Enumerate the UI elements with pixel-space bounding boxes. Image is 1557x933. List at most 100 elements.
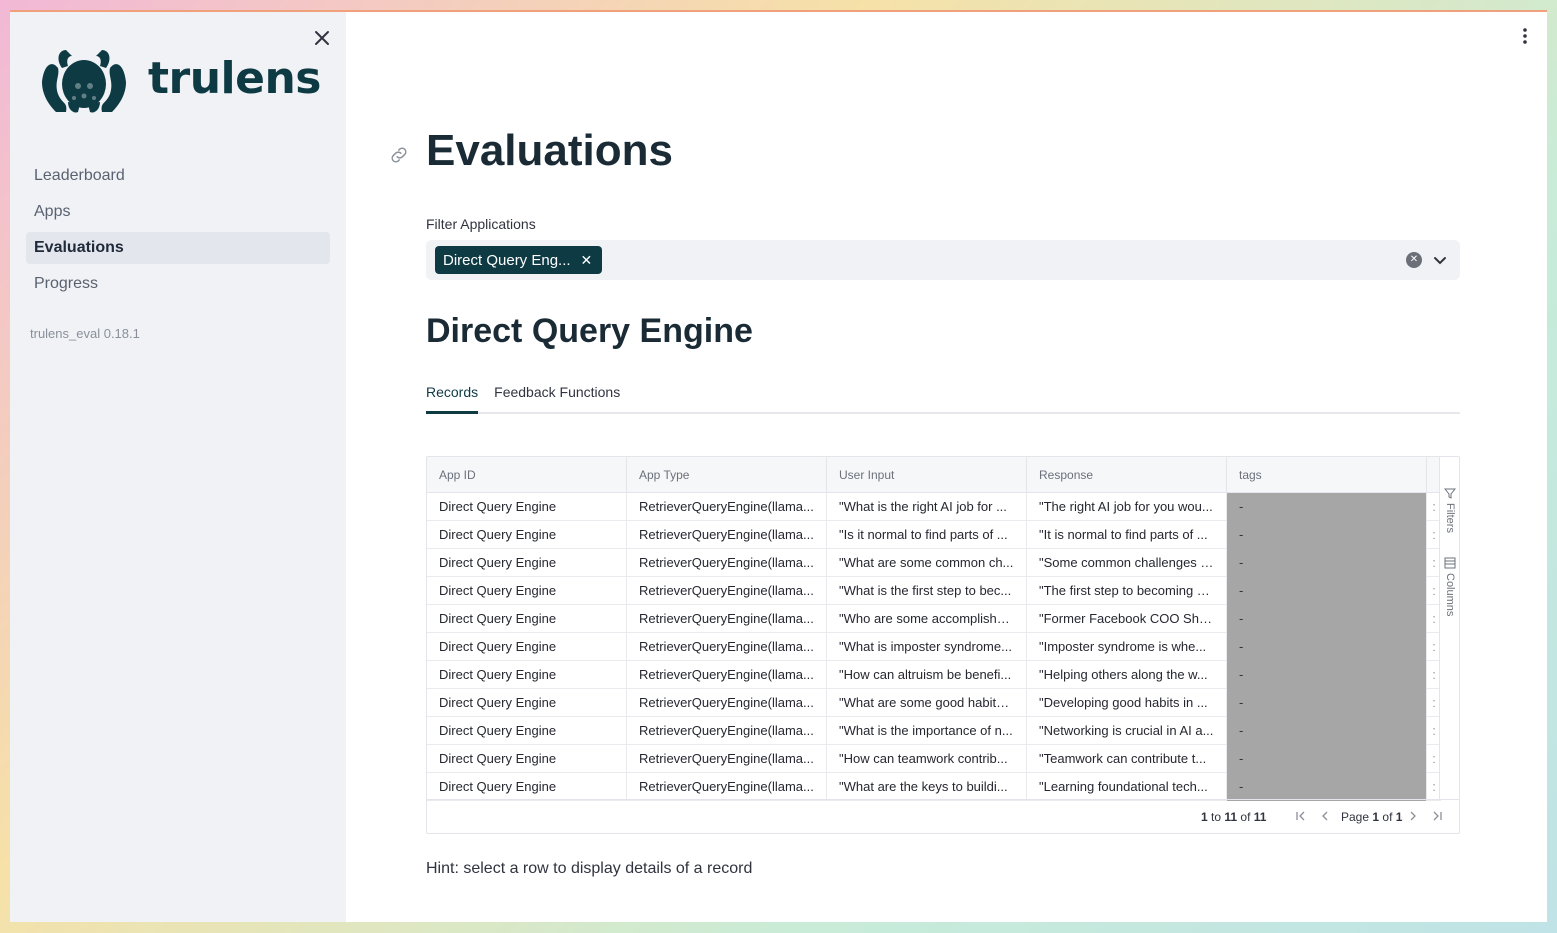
selected-app-chip[interactable]: Direct Query Eng... ✕	[435, 246, 603, 274]
cell-user-input: "What are some good habits ...	[827, 689, 1027, 717]
cell-tags: -	[1227, 661, 1427, 689]
cell-app-id: Direct Query Engine	[427, 521, 627, 549]
chip-label: Direct Query Eng...	[443, 251, 571, 269]
first-page-icon	[1296, 811, 1305, 821]
of-word: of	[1240, 810, 1251, 824]
cell-tags: -	[1227, 549, 1427, 577]
hint-text: Hint: select a row to display details of…	[426, 860, 753, 877]
app-window: trulens Leaderboard Apps Evaluations Pro…	[10, 10, 1547, 922]
column-header-app-type[interactable]: App Type	[627, 457, 827, 493]
cell-app-type: RetrieverQueryEngine(llama...	[627, 633, 827, 661]
columns-panel-button[interactable]: Columns	[1442, 557, 1458, 616]
sidebar-item-evaluations[interactable]: Evaluations	[26, 232, 330, 264]
cell-app-type: RetrieverQueryEngine(llama...	[627, 577, 827, 605]
cell-app-type: RetrieverQueryEngine(llama...	[627, 661, 827, 689]
cell-user-input: "Is it normal to find parts of ...	[827, 521, 1027, 549]
cell-tags: -	[1227, 633, 1427, 661]
table-row[interactable]: Direct Query Engine RetrieverQueryEngine(…	[427, 549, 1441, 577]
tab-records[interactable]: Records	[426, 378, 479, 414]
cell-user-input: "How can teamwork contrib...	[827, 745, 1027, 773]
cell-tags: -	[1227, 689, 1427, 717]
logo-squid-icon	[42, 50, 126, 113]
cell-response: "Developing good habits in ...	[1027, 689, 1227, 717]
columns-icon	[1444, 557, 1456, 569]
filters-panel-button[interactable]: Filters	[1442, 487, 1458, 533]
link-icon	[391, 147, 407, 163]
cell-app-type: RetrieverQueryEngine(llama...	[627, 521, 827, 549]
filters-label: Filters	[1444, 503, 1456, 533]
cell-response: "Teamwork can contribute t...	[1027, 745, 1227, 773]
cell-response: "Some common challenges i...	[1027, 549, 1227, 577]
brand-name: trulens	[148, 52, 322, 104]
table-row[interactable]: Direct Query Engine RetrieverQueryEngine(…	[427, 493, 1441, 521]
row-total: 11	[1253, 810, 1267, 824]
row-range-end: 11	[1224, 810, 1238, 824]
main-content: Evaluations Filter Applications Direct Q…	[346, 12, 1547, 922]
sidebar-item-leaderboard[interactable]: Leaderboard	[26, 160, 330, 192]
cell-app-type: RetrieverQueryEngine(llama...	[627, 745, 827, 773]
version-label: trulens_eval 0.18.1	[30, 326, 140, 341]
cell-user-input: "What is the first step to bec...	[827, 577, 1027, 605]
cell-tags: -	[1227, 773, 1427, 801]
cell-response: "The first step to becoming g...	[1027, 577, 1227, 605]
brand-logo: trulens	[38, 42, 322, 114]
main-menu-button[interactable]	[1519, 26, 1531, 46]
cell-tags: -	[1227, 745, 1427, 773]
last-page-button[interactable]	[1429, 808, 1445, 824]
next-page-button[interactable]	[1405, 808, 1421, 824]
cell-tags: -	[1227, 605, 1427, 633]
first-page-button[interactable]	[1293, 808, 1309, 824]
chip-remove-icon[interactable]: ✕	[581, 252, 593, 269]
app-title: Direct Query Engine	[426, 312, 753, 350]
kebab-menu-icon	[1523, 28, 1527, 44]
table-row[interactable]: Direct Query Engine RetrieverQueryEngine(…	[427, 521, 1441, 549]
clear-icon[interactable]: ✕	[1406, 252, 1422, 268]
cell-response: "Imposter syndrome is whe...	[1027, 633, 1227, 661]
table-row[interactable]: Direct Query Engine RetrieverQueryEngine(…	[427, 689, 1441, 717]
cell-app-id: Direct Query Engine	[427, 689, 627, 717]
table-row[interactable]: Direct Query Engine RetrieverQueryEngine(…	[427, 605, 1441, 633]
table-row[interactable]: Direct Query Engine RetrieverQueryEngine(…	[427, 717, 1441, 745]
cell-app-id: Direct Query Engine	[427, 577, 627, 605]
cell-user-input: "What are the keys to buildi...	[827, 773, 1027, 801]
sidebar-item-apps[interactable]: Apps	[26, 196, 330, 228]
cell-response: "Helping others along the w...	[1027, 661, 1227, 689]
cell-app-id: Direct Query Engine	[427, 549, 627, 577]
cell-app-type: RetrieverQueryEngine(llama...	[627, 773, 827, 801]
table-row[interactable]: Direct Query Engine RetrieverQueryEngine(…	[427, 577, 1441, 605]
last-page-icon	[1433, 811, 1442, 821]
cell-response: "Former Facebook COO Sher...	[1027, 605, 1227, 633]
prev-page-button[interactable]	[1317, 808, 1333, 824]
title-anchor-link[interactable]	[388, 144, 410, 166]
cell-tags: -	[1227, 717, 1427, 745]
grid-body: Direct Query Engine RetrieverQueryEngine(…	[427, 493, 1441, 801]
records-grid: App ID App Type User Input Response tags…	[426, 456, 1460, 834]
cell-tags: -	[1227, 493, 1427, 521]
grid-header: App ID App Type User Input Response tags	[427, 457, 1441, 493]
sidebar-item-progress[interactable]: Progress	[26, 268, 330, 300]
table-row[interactable]: Direct Query Engine RetrieverQueryEngine(…	[427, 661, 1441, 689]
columns-label: Columns	[1444, 573, 1456, 617]
grid-side-panel: Filters Columns	[1439, 457, 1459, 799]
cell-app-id: Direct Query Engine	[427, 773, 627, 801]
cell-tags: -	[1227, 577, 1427, 605]
grid-pager: 1 to 11 of 11 Page 1 of 1	[427, 799, 1459, 833]
table-row[interactable]: Direct Query Engine RetrieverQueryEngine(…	[427, 773, 1441, 801]
filter-applications-select[interactable]: Direct Query Eng... ✕ ✕	[426, 240, 1460, 280]
cell-app-id: Direct Query Engine	[427, 633, 627, 661]
to-word: to	[1211, 810, 1222, 824]
cell-user-input: "Who are some accomplishe...	[827, 605, 1027, 633]
column-header-app-id[interactable]: App ID	[427, 457, 627, 493]
column-header-tags[interactable]: tags	[1227, 457, 1427, 493]
prev-page-icon	[1322, 811, 1328, 821]
table-row[interactable]: Direct Query Engine RetrieverQueryEngine(…	[427, 633, 1441, 661]
cell-response: "Learning foundational tech...	[1027, 773, 1227, 801]
column-header-response[interactable]: Response	[1027, 457, 1227, 493]
cell-app-type: RetrieverQueryEngine(llama...	[627, 605, 827, 633]
page-word: Page	[1341, 810, 1370, 824]
page-indicator: Page 1 of 1	[1341, 810, 1402, 824]
dropdown-toggle[interactable]	[1432, 252, 1448, 268]
column-header-user-input[interactable]: User Input	[827, 457, 1027, 493]
table-row[interactable]: Direct Query Engine RetrieverQueryEngine(…	[427, 745, 1441, 773]
tab-feedback-functions[interactable]: Feedback Functions	[494, 378, 620, 414]
